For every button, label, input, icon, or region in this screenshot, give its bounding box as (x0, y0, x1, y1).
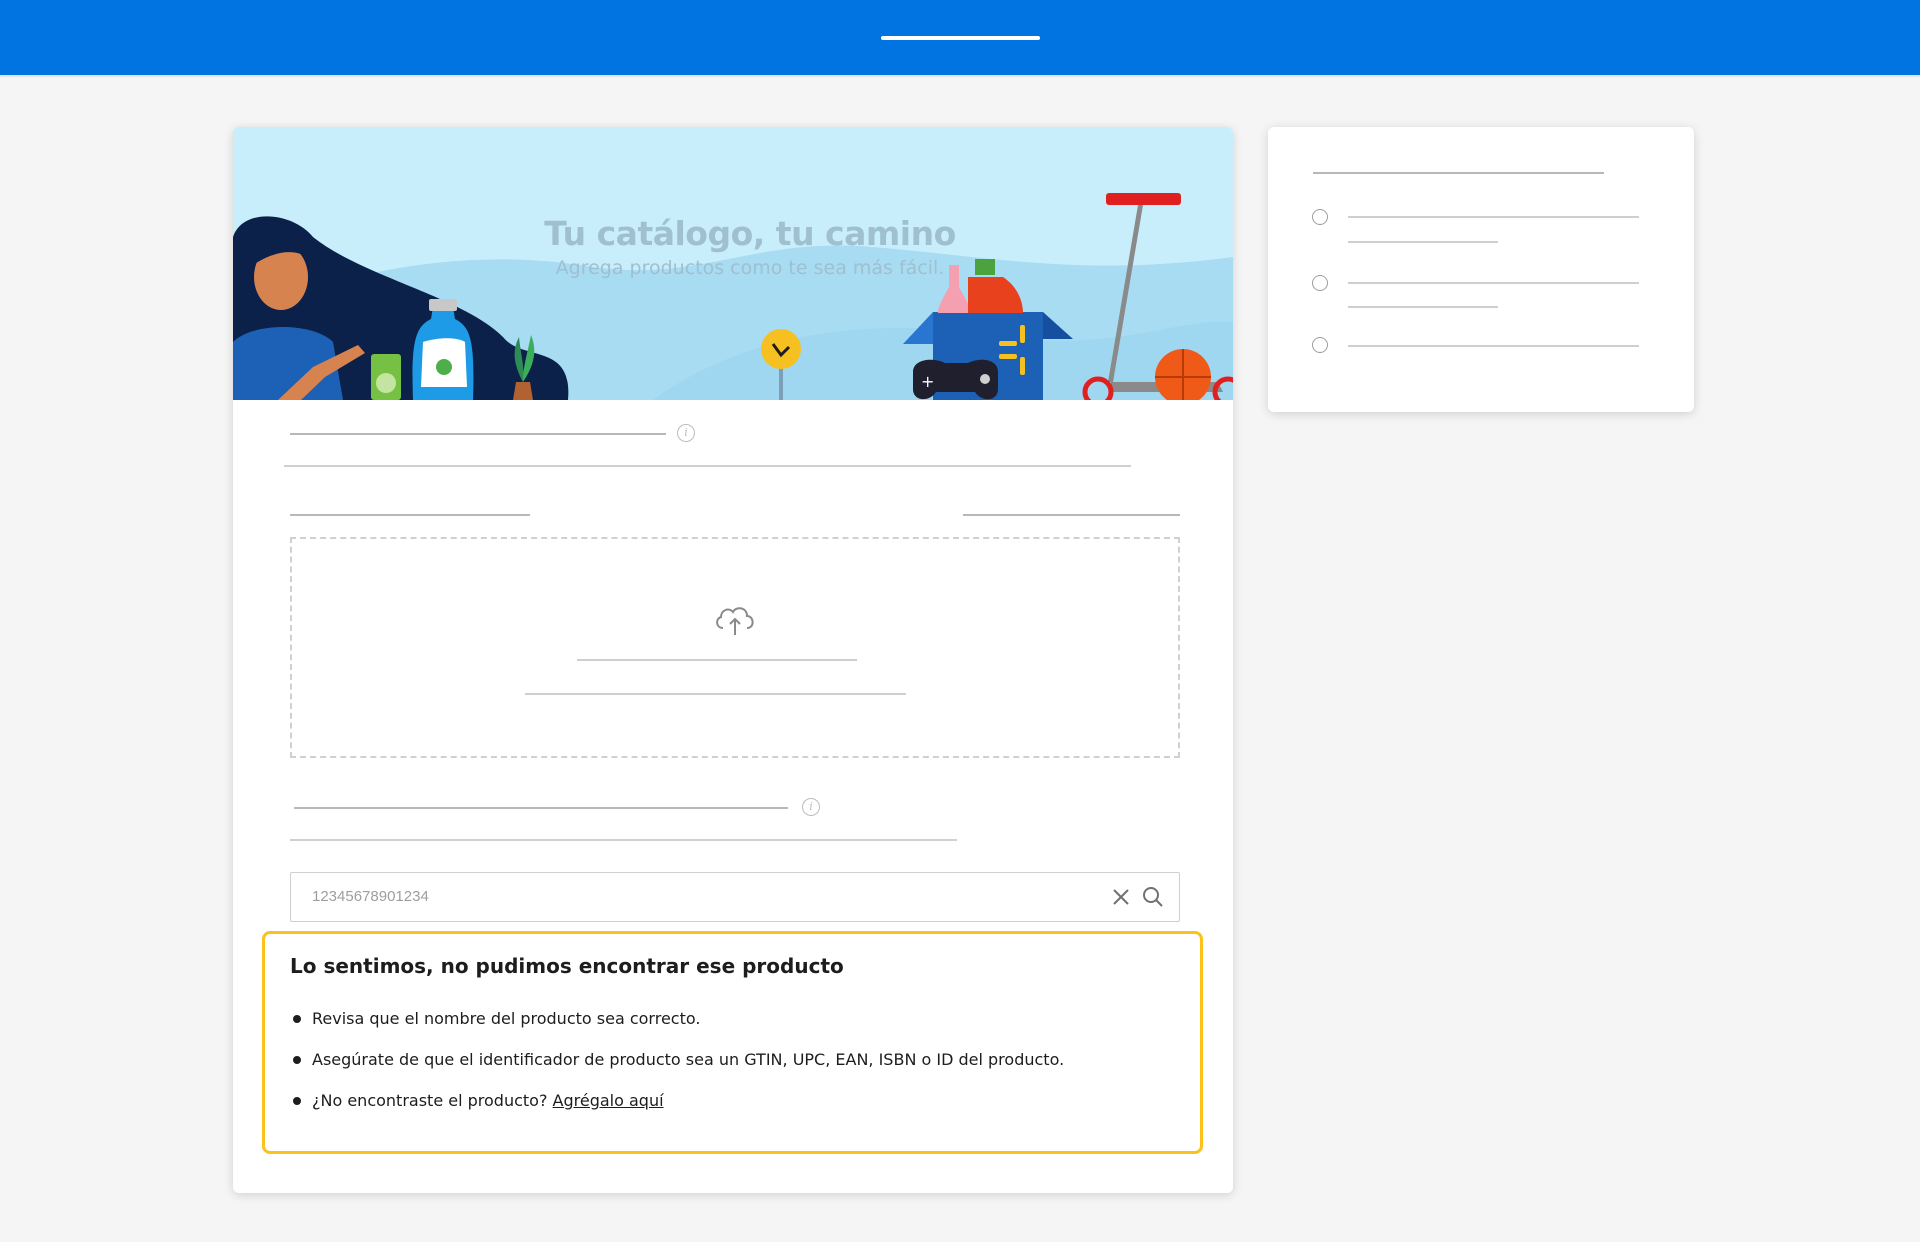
info-icon[interactable]: i (802, 798, 820, 816)
add-product-link[interactable]: Agrégalo aquí (553, 1091, 664, 1110)
search-input-value[interactable]: 12345678901234 (312, 888, 429, 905)
radio-label-placeholder (1348, 345, 1639, 347)
header-title-placeholder (881, 36, 1040, 40)
radio-option-1[interactable] (1312, 209, 1328, 225)
top-header-bar (0, 0, 1920, 77)
close-icon[interactable] (1111, 887, 1131, 907)
radio-label-placeholder (1348, 216, 1639, 218)
list-item: ¿No encontraste el producto? Agrégalo aq… (290, 1091, 1064, 1132)
dropzone-text-placeholder (577, 659, 857, 661)
main-card: + Tu catálogo, tu camino Agrega producto… (233, 127, 1233, 1193)
options-side-card (1268, 127, 1694, 412)
search-description-placeholder (290, 839, 957, 841)
radio-option-3[interactable] (1312, 337, 1328, 353)
product-search-input[interactable]: 12345678901234 (290, 872, 1180, 922)
radio-label-placeholder (1348, 282, 1639, 284)
bullet (293, 1015, 301, 1023)
radio-sublabel-placeholder (1348, 241, 1498, 243)
alert-title: Lo sentimos, no pudimos encontrar ese pr… (290, 954, 844, 978)
upload-label-placeholder (290, 514, 530, 516)
bullet (293, 1056, 301, 1064)
info-icon[interactable]: i (677, 424, 695, 442)
search-icon[interactable] (1142, 886, 1164, 908)
search-label-placeholder (294, 807, 788, 809)
file-dropzone[interactable] (290, 537, 1180, 758)
hero-title: Tu catálogo, tu camino (544, 214, 956, 253)
alert-tips-list: Revisa que el nombre del producto sea co… (290, 1009, 1064, 1132)
bullet (293, 1097, 301, 1105)
hero-subtitle: Agrega productos como te sea más fácil. (555, 257, 945, 279)
product-not-found-alert: Lo sentimos, no pudimos encontrar ese pr… (262, 931, 1203, 1154)
alert-tip-text: Asegúrate de que el identificador de pro… (312, 1050, 1065, 1069)
hero-banner: + Tu catálogo, tu camino Agrega producto… (233, 127, 1233, 400)
field-label-placeholder (290, 433, 666, 435)
dropzone-subtext-placeholder (525, 693, 906, 695)
list-item: Revisa que el nombre del producto sea co… (290, 1009, 1064, 1050)
radio-sublabel-placeholder (1348, 306, 1498, 308)
list-item: Asegúrate de que el identificador de pro… (290, 1050, 1064, 1091)
alert-tip-text: ¿No encontraste el producto? (312, 1091, 548, 1110)
svg-text:+: + (921, 372, 934, 391)
download-link-placeholder[interactable] (963, 514, 1180, 516)
alert-tip-text: Revisa que el nombre del producto sea co… (312, 1009, 701, 1028)
side-card-title-placeholder (1313, 172, 1604, 174)
radio-option-2[interactable] (1312, 275, 1328, 291)
field-description-placeholder (284, 465, 1131, 467)
cloud-upload-icon (716, 607, 754, 635)
